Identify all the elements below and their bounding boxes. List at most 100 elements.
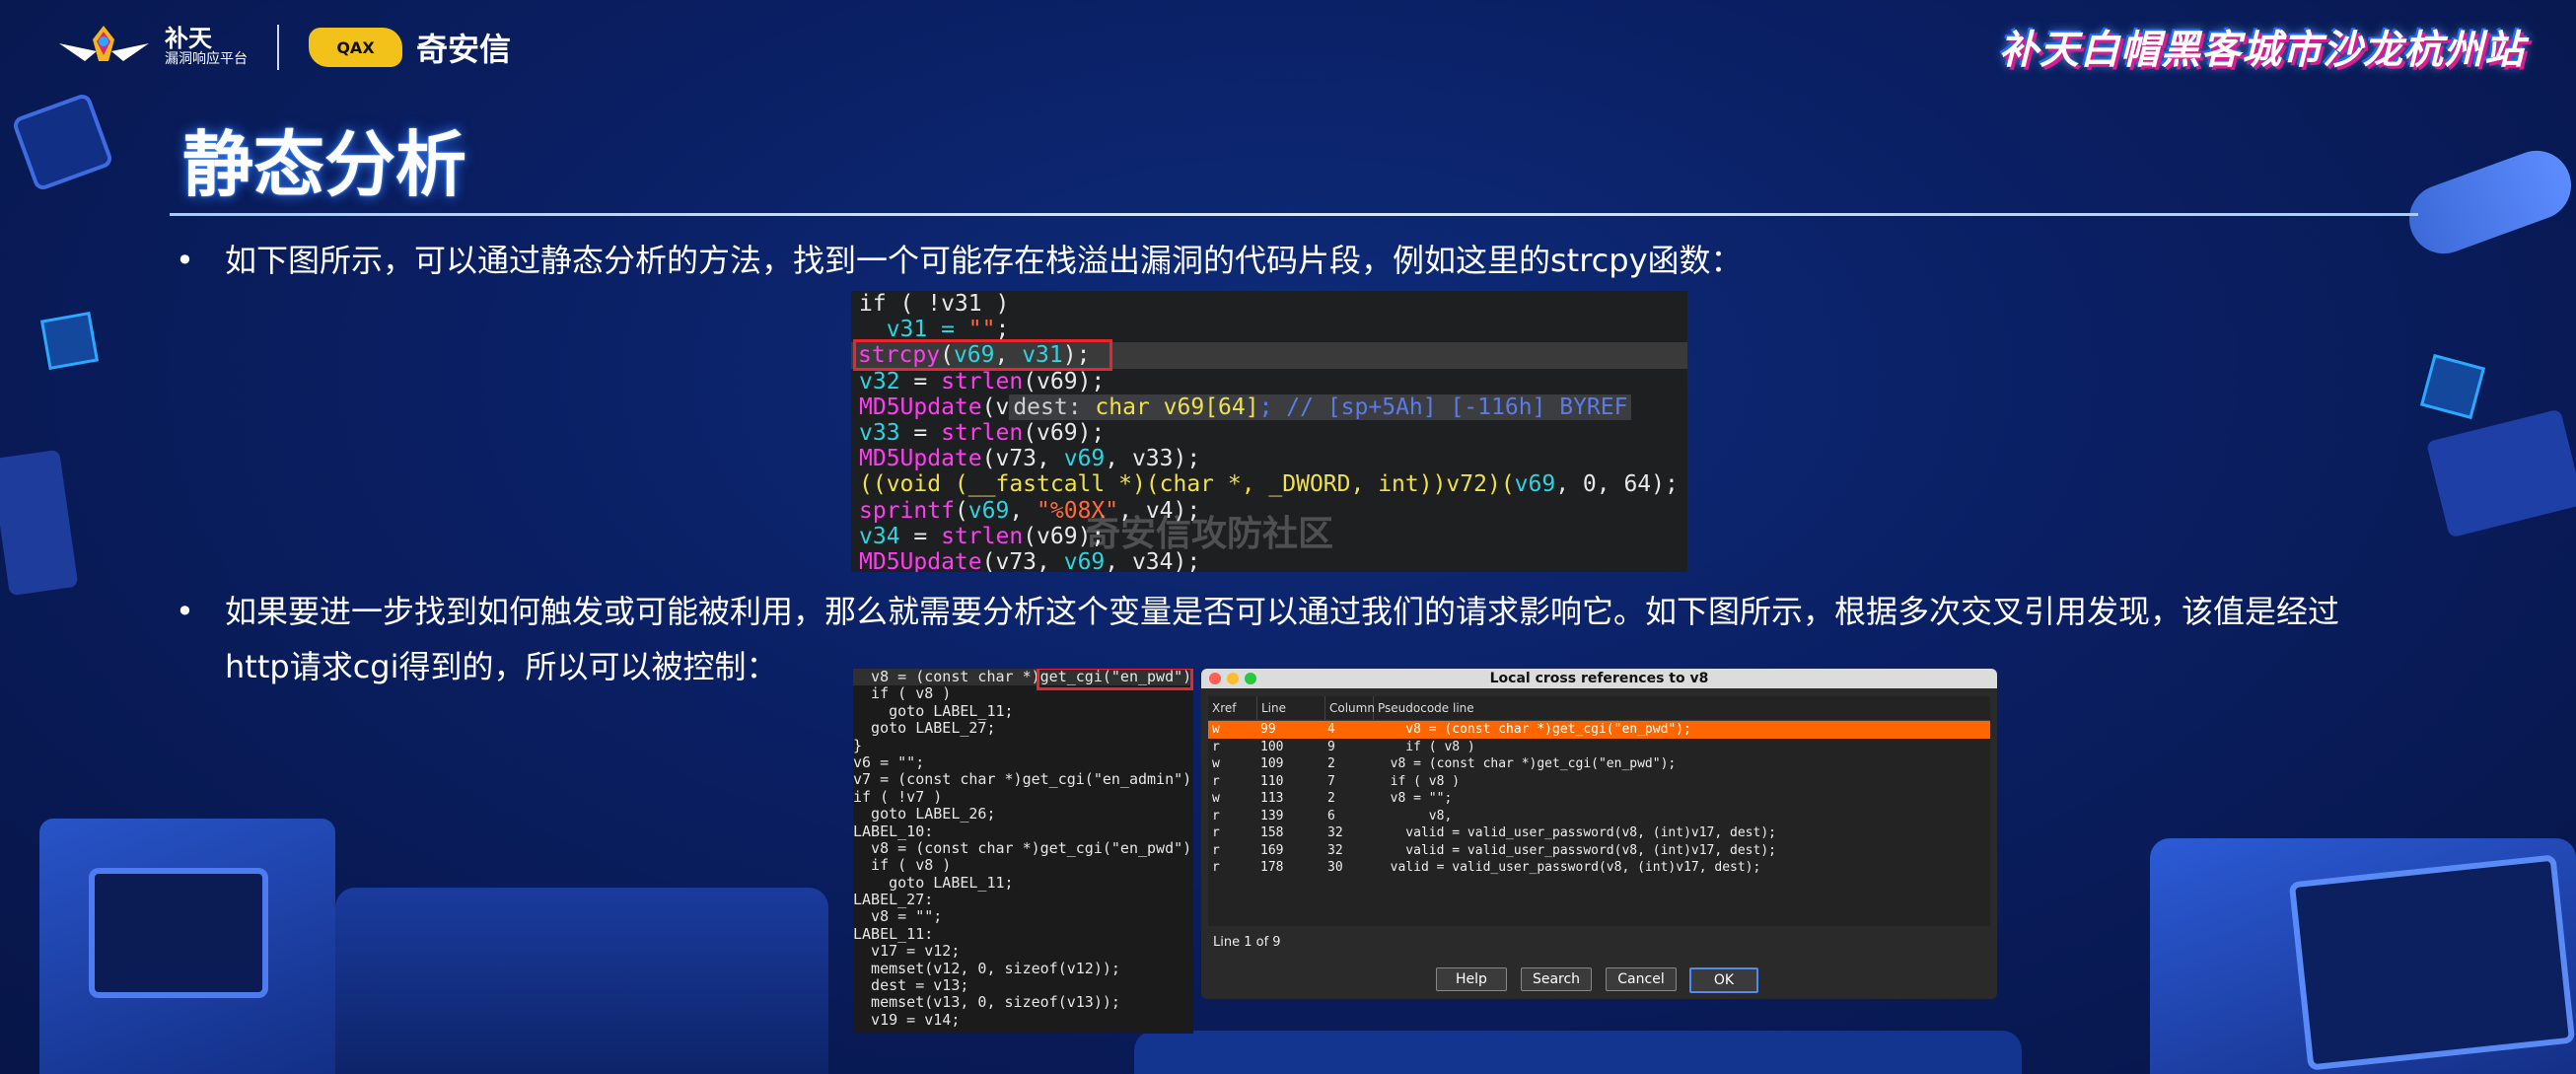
table-cell: 100 (1260, 739, 1284, 754)
code-line: goto LABEL_11; (853, 873, 1014, 892)
code-line: v32 = strlen(v69); (859, 368, 1106, 394)
decor-panel-icon (2425, 408, 2576, 538)
code-line: MD5Update(v dest: char v69[64]; // [sp+5A… (851, 394, 1687, 420)
code-line: v8 = ""; (853, 907, 943, 926)
code-line: v33 = strlen(v69); (859, 419, 1106, 446)
watermark: 奇安信攻防社区 (1085, 514, 1334, 554)
decor-monitor-icon (89, 868, 268, 998)
strcpy-highlight-box: strcpy(v69, v31); (853, 339, 1113, 372)
code-line: v19 = v14; (853, 1010, 961, 1029)
event-title: 补天白帽黑客城市沙龙杭州站 (1999, 28, 2525, 73)
logo-divider (277, 25, 279, 70)
table-cell: v8 = (const char *)get_cgi("en_pwd"); (1375, 756, 1677, 771)
code-line: goto LABEL_11; (853, 701, 1014, 720)
table-cell: valid = valid_user_password(v8, (int)v17… (1375, 825, 1776, 840)
decor-server-icon (11, 92, 114, 192)
bullet-1-text: 如下图所示，可以通过静态分析的方法，找到一个可能存在栈溢出漏洞的代码片段，例如这… (225, 242, 1743, 279)
search-button[interactable]: Search (1521, 967, 1592, 991)
table-cell: valid = valid_user_password(v8, (int)v17… (1375, 842, 1776, 858)
table-row[interactable]: r 139 6 v8, (1208, 808, 1990, 825)
table-cell: 109 (1260, 756, 1284, 771)
table-cell: valid = valid_user_password(v8, (int)v17… (1375, 860, 1761, 875)
code-line: ((void (__fastcall *)(char *, _DWORD, in… (859, 471, 1679, 498)
dialog-title: Local cross references to v8 (1489, 671, 1709, 686)
table-cell: 99 (1260, 722, 1276, 737)
cancel-button[interactable]: Cancel (1606, 967, 1677, 991)
table-cell: v8, (1375, 808, 1453, 823)
table-cell: 6 (1327, 808, 1335, 823)
code-line: v6 = ""; (853, 752, 925, 771)
column-header[interactable]: Pseudocode line (1374, 696, 1989, 720)
xref-table: Xref Line Column Pseudocode line w 99 4 v8… (1208, 696, 1990, 926)
table-cell: 32 (1327, 825, 1343, 840)
table-row[interactable]: r 158 32 valid = valid_user_password(v8, (… (1208, 824, 1990, 842)
table-cell: 32 (1327, 842, 1343, 858)
code-line: if ( !v7 ) (853, 787, 943, 806)
code-line: memset(v12, 0, sizeof(v12)); (853, 959, 1120, 977)
table-cell: 158 (1260, 825, 1284, 840)
logo-main: 补天 (165, 25, 212, 52)
table-cell: w (1212, 791, 1220, 806)
table-row[interactable]: r 169 32 valid = valid_user_password(v8, (… (1208, 842, 1990, 860)
code-line: v8 = (const char *)get_cgi("en_pwd"); (853, 838, 1193, 857)
decor-telescope-icon (2399, 141, 2576, 263)
table-cell: if ( v8 ) (1375, 739, 1475, 754)
decor-panel-icon (0, 449, 79, 597)
status-text: Line 1 of 9 (1213, 935, 1281, 950)
help-button[interactable]: Help (1436, 967, 1507, 991)
table-cell: 4 (1327, 722, 1335, 737)
table-cell: 110 (1260, 773, 1284, 789)
table-row[interactable]: w 109 2 v8 = (const char *)get_cgi("en_pwd… (1208, 755, 1990, 773)
bullet-2-text-line1: 如果要进一步找到如何触发或可能被利用，那么就需要分析这个变量是否可以通过我们的请… (225, 593, 2340, 630)
qax-logo-icon: QAX (309, 28, 402, 67)
hover-tooltip: dest: char v69[64]; // [sp+5Ah] [-116h] … (1009, 394, 1632, 420)
code-line: if ( !v31 ) (859, 291, 1010, 317)
table-cell: r (1212, 773, 1220, 789)
column-header[interactable]: Line (1257, 696, 1325, 720)
table-row[interactable]: r 110 7 if ( v8 ) (1208, 773, 1990, 791)
bullet-mark: • (176, 242, 194, 279)
logo-sub: 漏洞响应平台 (165, 51, 248, 67)
xref-dialog: Local cross references to v8 Xref Line C… (1201, 669, 1997, 999)
butian-logo-text: 补天 漏洞响应平台 (165, 27, 248, 68)
table-cell: r (1212, 842, 1220, 858)
code-line: } (853, 736, 863, 754)
page-title: 静态分析 (182, 123, 467, 206)
table-row[interactable]: w 113 2 v8 = ""; (1208, 790, 1990, 808)
butian-logo-icon (59, 26, 149, 61)
code-line: memset(v13, 0, sizeof(v13)); (853, 993, 1120, 1012)
table-cell: v8 = ""; (1375, 791, 1453, 806)
code-line: LABEL_10: (853, 822, 934, 840)
table-cell: v8 = (const char *)get_cgi("en_pwd"); (1375, 722, 1691, 737)
table-cell: 113 (1260, 791, 1284, 806)
table-row[interactable]: w 99 4 v8 = (const char *)get_cgi("en_pwd"… (1208, 721, 1990, 739)
table-cell: 139 (1260, 808, 1284, 823)
title-divider (170, 213, 2418, 216)
table-cell: 7 (1327, 773, 1335, 789)
bullet-mark: • (176, 593, 194, 630)
table-cell: r (1212, 825, 1220, 840)
decor-chip-icon (39, 311, 100, 371)
table-row[interactable]: r 178 30 valid = valid_user_password(v8, (… (1208, 859, 1990, 877)
table-cell: 2 (1327, 756, 1335, 771)
decor-city-icon (335, 888, 828, 1074)
code-line: dest = v13; (853, 976, 969, 995)
table-row[interactable]: r 100 9 if ( v8 ) (1208, 739, 1990, 756)
code-snippet-get-cgi: v8 = (const char *)get_cgi("en_pwd"); if… (853, 669, 1193, 1034)
table-cell: w (1212, 756, 1220, 771)
table-cell: r (1212, 808, 1220, 823)
code-line: goto LABEL_27; (853, 719, 996, 738)
decor-platform-icon (1134, 1031, 2022, 1074)
column-header[interactable]: Xref (1208, 696, 1257, 720)
code-line: goto LABEL_26; (853, 805, 996, 823)
code-line: MD5Update(v73, v69, v33); (859, 446, 1201, 472)
code-line: LABEL_27: (853, 891, 934, 909)
code-line: LABEL_11: (853, 924, 934, 943)
bullet-2-text-line2: http请求cgi得到的，所以可以被控制： (225, 648, 778, 685)
code-line: if ( v8 ) (853, 856, 952, 875)
header-logos: 补天 漏洞响应平台 QAX 奇安信 (57, 22, 511, 73)
partner-name: 奇安信 (416, 31, 512, 68)
table-cell: 169 (1260, 842, 1284, 858)
column-header[interactable]: Column (1325, 696, 1375, 720)
ok-button[interactable]: OK (1689, 967, 1758, 993)
